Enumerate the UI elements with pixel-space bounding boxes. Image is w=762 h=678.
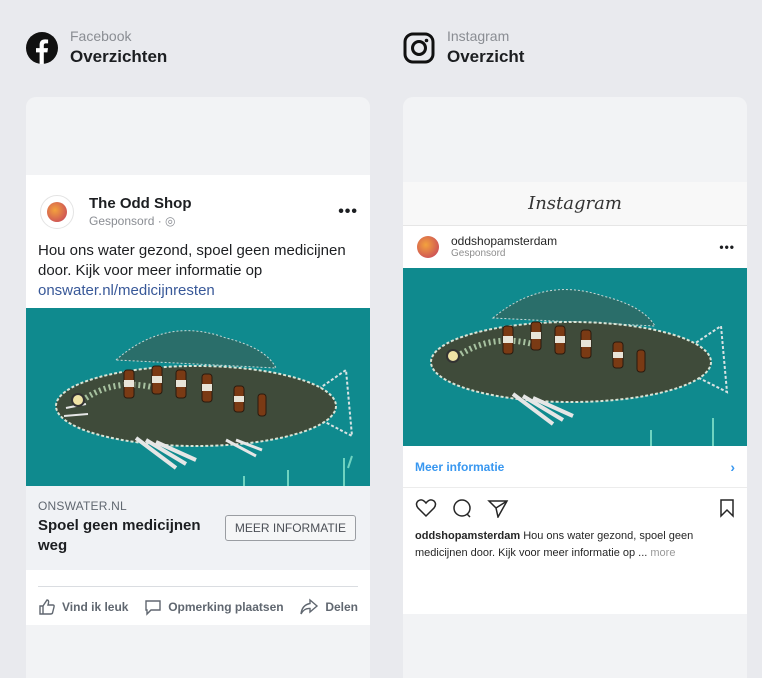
platform-label: Facebook [70, 28, 132, 44]
post-header: The Odd Shop Gesponsord · ◎ ••• [26, 175, 370, 233]
globe-icon: · ◎ [157, 214, 176, 228]
like-button[interactable]: Vind ik leuk [38, 598, 128, 616]
ad-image[interactable] [403, 268, 747, 446]
avatar[interactable] [417, 236, 439, 258]
sponsored-label: Gesponsord · ◎ [89, 213, 338, 229]
post-actions: Vind ik leuk Opmerking plaatsen Delen [38, 586, 358, 626]
post-header: oddshopamsterdam Gesponsord ••• [403, 226, 747, 268]
instagram-post: Instagram oddshopamsterdam Gesponsord ••… [403, 182, 747, 614]
platform-label: Instagram [447, 28, 510, 44]
more-info-button[interactable]: MEER INFORMATIE [224, 515, 356, 541]
comment-button[interactable]: Opmerking plaatsen [144, 598, 284, 616]
brand-logo-icon [47, 202, 67, 222]
instagram-app-bar: Instagram [403, 182, 747, 226]
instagram-wordmark: Instagram [528, 193, 622, 214]
instagram-preview-card: Instagram oddshopamsterdam Gesponsord ••… [403, 97, 747, 678]
avatar[interactable] [40, 195, 74, 229]
more-info-link[interactable]: Meer informatie › [403, 446, 747, 488]
comment-label: Opmerking plaatsen [168, 599, 284, 614]
page-name[interactable]: The Odd Shop [89, 195, 338, 213]
more-options-icon[interactable]: ••• [338, 203, 358, 221]
instagram-logo-icon [403, 32, 435, 64]
facebook-post: The Odd Shop Gesponsord · ◎ ••• Hou ons … [26, 175, 370, 625]
bookmark-icon[interactable] [719, 498, 735, 518]
post-actions [403, 488, 747, 528]
cta-domain: ONSWATER.NL [38, 499, 127, 513]
share-icon [300, 597, 319, 614]
post-link[interactable]: onswater.nl/medicijnresten [38, 282, 215, 299]
facebook-preview-card: The Odd Shop Gesponsord · ◎ ••• Hou ons … [26, 97, 370, 678]
more-info-label: Meer informatie [415, 459, 505, 474]
fish-illustration [26, 308, 370, 486]
post-text-block: Hou ons water gezond, spoel geen medicij… [26, 233, 370, 305]
caption-username[interactable]: oddshopamsterdam [415, 530, 520, 542]
sponsored-text: Gesponsord [89, 214, 155, 228]
more-options-icon[interactable]: ••• [719, 240, 735, 254]
post-text: Hou ons water gezond, spoel geen medicij… [38, 242, 346, 279]
share-button[interactable]: Delen [299, 597, 358, 616]
ad-image[interactable] [26, 308, 370, 486]
like-label: Vind ik leuk [62, 599, 129, 614]
fish-illustration [403, 268, 747, 446]
section-title: Overzicht [447, 47, 525, 66]
share-label: Delen [325, 599, 358, 614]
instagram-column-header: Instagram Overzicht [403, 28, 524, 68]
thumbs-up-icon [39, 598, 55, 615]
sponsored-label: Gesponsord [451, 248, 506, 259]
call-to-action-bar[interactable]: ONSWATER.NL Spoel geen medicijnen weg ME… [26, 486, 370, 570]
facebook-column-header: Facebook Overzichten [26, 28, 167, 68]
comment-icon[interactable] [451, 498, 473, 518]
section-title: Overzichten [70, 47, 168, 66]
caption-more-link[interactable]: more [650, 547, 675, 559]
facebook-logo-icon [26, 32, 58, 64]
post-caption: oddshopamsterdam Hou ons water gezond, s… [403, 528, 747, 562]
username[interactable]: oddshopamsterdam [451, 234, 719, 248]
cta-title: Spoel geen medicijnen weg [38, 517, 201, 554]
heart-icon[interactable] [415, 498, 437, 518]
comment-icon [145, 599, 161, 616]
chevron-right-icon: › [730, 458, 735, 475]
send-icon[interactable] [487, 498, 509, 518]
